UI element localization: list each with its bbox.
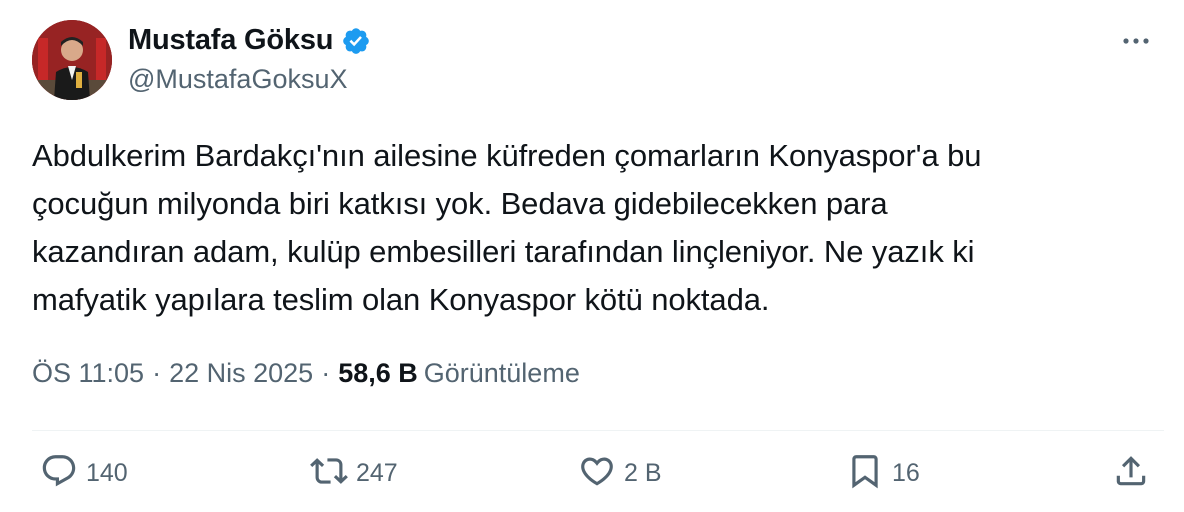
author-handle[interactable]: @MustafaGoksuX [128, 64, 348, 95]
tweet-time[interactable]: ÖS 11:05 [32, 358, 144, 389]
like-button[interactable]: 2 B [578, 452, 662, 495]
action-bar: 140 247 2 B 16 [32, 452, 1164, 508]
more-icon[interactable] [1116, 26, 1156, 56]
meta-separator: · [152, 358, 162, 388]
author-display-name[interactable]: Mustafa Göksu [128, 24, 333, 57]
divider [32, 430, 1164, 431]
meta-separator: · [321, 358, 331, 388]
bookmark-icon [846, 452, 884, 495]
share-icon [1112, 452, 1150, 495]
views-count[interactable]: 58,6 B [338, 358, 418, 389]
avatar[interactable] [32, 20, 112, 100]
retweet-count: 247 [356, 459, 398, 487]
share-button[interactable] [1112, 452, 1150, 495]
reply-button[interactable]: 140 [40, 452, 128, 495]
reply-icon [40, 452, 78, 495]
bookmark-button[interactable]: 16 [846, 452, 920, 495]
tweet-text: Abdulkerim Bardakçı'nın ailesine küfrede… [32, 138, 982, 317]
retweet-icon [310, 452, 348, 495]
retweet-button[interactable]: 247 [310, 452, 398, 495]
like-count: 2 B [624, 459, 662, 487]
tweet-date[interactable]: 22 Nis 2025 [169, 358, 313, 389]
verified-badge-icon [341, 26, 371, 56]
reply-count: 140 [86, 459, 128, 487]
views-label: Görüntüleme [423, 358, 580, 388]
bookmark-count: 16 [892, 459, 920, 487]
tweet-meta: ÖS 11:05 · 22 Nis 2025 · 58,6 B Görüntül… [32, 358, 580, 389]
like-icon [578, 452, 616, 495]
